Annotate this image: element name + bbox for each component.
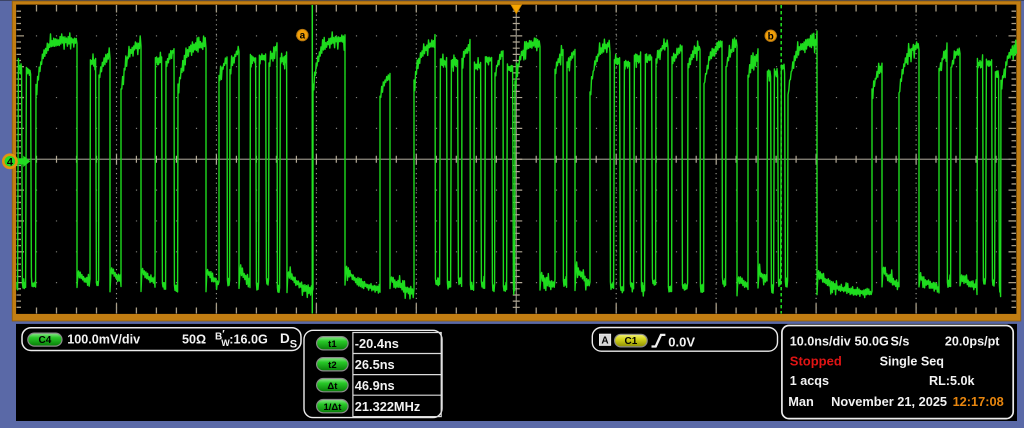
svg-text::16.0G: :16.0G bbox=[229, 333, 268, 347]
svg-text:D: D bbox=[280, 331, 290, 346]
svg-text:Man: Man bbox=[788, 394, 814, 409]
svg-text:46.9ns: 46.9ns bbox=[355, 378, 395, 393]
svg-text:1/Δt: 1/Δt bbox=[323, 402, 342, 413]
svg-text:1 acqs: 1 acqs bbox=[790, 374, 829, 388]
svg-text:21.322MHz: 21.322MHz bbox=[355, 399, 420, 414]
svg-text:20.0ps/pt: 20.0ps/pt bbox=[945, 335, 1000, 349]
svg-text:t1: t1 bbox=[328, 339, 337, 350]
svg-text:RL:5.0k: RL:5.0k bbox=[929, 374, 975, 388]
svg-text:A: A bbox=[601, 336, 608, 347]
svg-text:12:17:08: 12:17:08 bbox=[953, 394, 1004, 409]
svg-text:November 21, 2025: November 21, 2025 bbox=[831, 394, 947, 409]
svg-text:50.0G: 50.0G bbox=[855, 335, 890, 349]
svg-text:4: 4 bbox=[7, 156, 14, 168]
svg-text:Stopped: Stopped bbox=[790, 353, 842, 368]
svg-text:S: S bbox=[290, 339, 297, 351]
svg-text:100.0mV/div: 100.0mV/div bbox=[67, 333, 140, 347]
svg-text:b: b bbox=[768, 31, 774, 42]
svg-text:C4: C4 bbox=[39, 335, 52, 346]
svg-text:Single Seq: Single Seq bbox=[880, 354, 944, 368]
svg-text:-20.4ns: -20.4ns bbox=[355, 336, 399, 351]
svg-text:10.0ns/div: 10.0ns/div bbox=[790, 335, 851, 349]
svg-text:C1: C1 bbox=[625, 336, 638, 347]
svg-text:26.5ns: 26.5ns bbox=[355, 357, 395, 372]
svg-text:a: a bbox=[300, 31, 306, 42]
svg-text:S/s: S/s bbox=[891, 335, 910, 349]
svg-text:0.0V: 0.0V bbox=[668, 334, 695, 349]
svg-text:Δt: Δt bbox=[327, 381, 338, 392]
svg-text:50Ω: 50Ω bbox=[182, 333, 206, 347]
svg-text:t2: t2 bbox=[328, 360, 336, 371]
